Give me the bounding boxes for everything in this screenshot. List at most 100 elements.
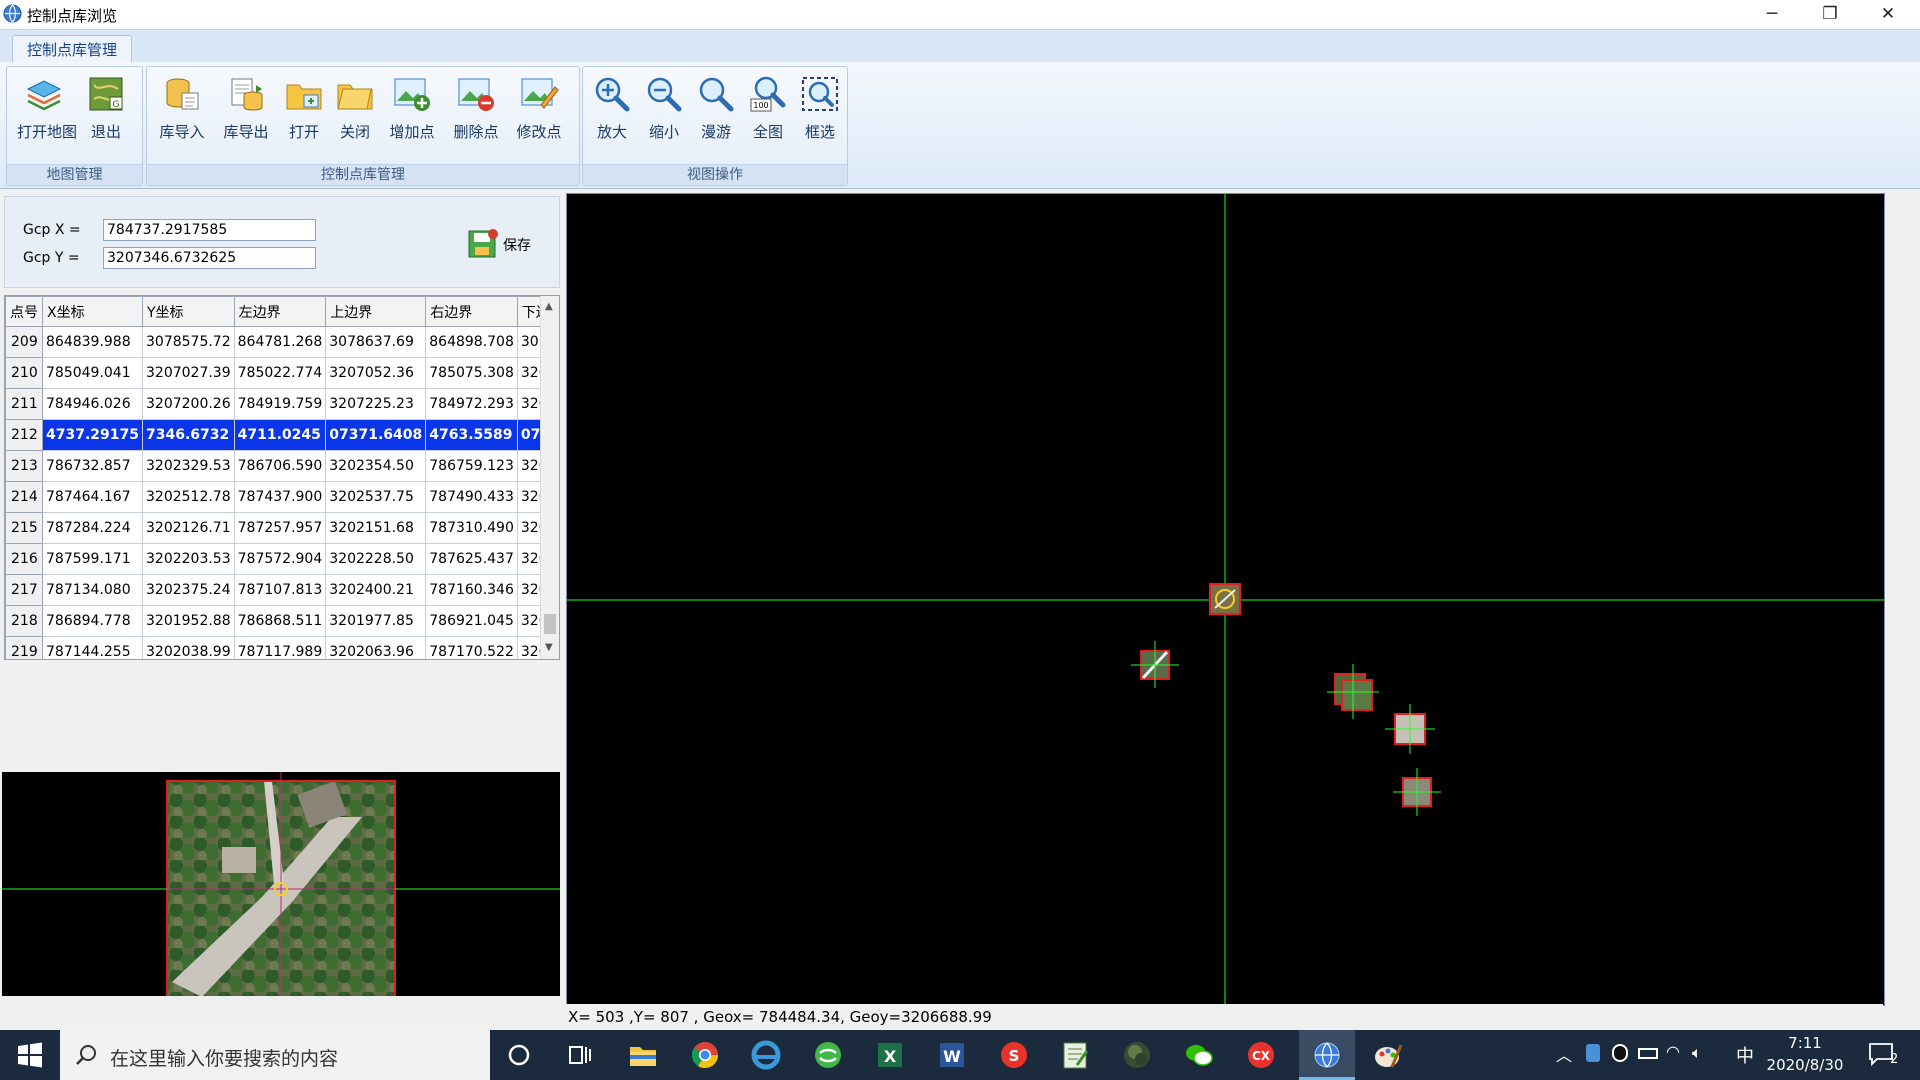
column-header[interactable]: X坐标: [42, 296, 143, 327]
table-cell[interactable]: 3201977.85: [325, 605, 427, 637]
wechat-icon[interactable]: [1183, 1039, 1215, 1071]
table-cell[interactable]: 864898.708: [425, 326, 518, 358]
map-canvas[interactable]: [567, 194, 1884, 1005]
table-row[interactable]: 214 787464.167 3202512.78 787437.900 3202537…: [5, 481, 559, 513]
gcp-y-input[interactable]: [103, 247, 316, 269]
chrome-icon[interactable]: [689, 1039, 721, 1071]
db-export-button[interactable]: 库导出: [219, 73, 273, 151]
column-header[interactable]: 右边界: [425, 296, 518, 327]
table-cell[interactable]: 3202038.99: [142, 636, 235, 659]
table-cell[interactable]: 3202063.96: [325, 636, 427, 659]
bluetooth-icon[interactable]: [1586, 1044, 1600, 1062]
table-row[interactable]: 213 786732.857 3202329.53 786706.590 3202354…: [5, 450, 559, 482]
table-cell[interactable]: 3202375.24: [142, 574, 235, 606]
gcp-marker[interactable]: [1393, 768, 1441, 816]
table-cell[interactable]: 784946.026: [42, 388, 143, 420]
edge-icon[interactable]: [750, 1039, 782, 1071]
row-header-cell[interactable]: 214: [5, 481, 43, 513]
battery-icon[interactable]: [1638, 1048, 1658, 1059]
table-cell[interactable]: 787490.433: [425, 481, 518, 513]
notification-center-button[interactable]: 2: [1866, 1040, 1906, 1070]
table-cell[interactable]: 07371.6408: [325, 419, 427, 451]
wifi-icon[interactable]: ◠: [1666, 1042, 1680, 1061]
table-cell[interactable]: 785049.041: [42, 357, 143, 389]
scroll-thumb[interactable]: [544, 614, 556, 634]
table-row[interactable]: 211 784946.026 3207200.26 784919.759 3207225…: [5, 388, 559, 420]
open-map-button[interactable]: 打开地图: [17, 73, 77, 151]
zoom-in-button[interactable]: 放大: [585, 73, 639, 151]
gcp-marker[interactable]: [1385, 704, 1435, 754]
cx-app-icon[interactable]: CX: [1245, 1039, 1277, 1071]
table-row[interactable]: 216 787599.171 3202203.53 787572.904 3202228…: [5, 543, 559, 575]
row-header-cell[interactable]: 219: [5, 636, 43, 659]
table-cell[interactable]: 787464.167: [42, 481, 143, 513]
table-cell[interactable]: 7346.6732: [142, 419, 235, 451]
add-point-button[interactable]: 增加点: [385, 73, 439, 151]
table-row[interactable]: 215 787284.224 3202126.71 787257.957 3202151…: [5, 512, 559, 544]
table-cell[interactable]: 787160.346: [425, 574, 518, 606]
table-cell[interactable]: 3078575.72: [142, 326, 235, 358]
photos-icon[interactable]: [1121, 1039, 1153, 1071]
table-cell[interactable]: 786894.778: [42, 605, 143, 637]
column-header[interactable]: 点号: [5, 296, 43, 327]
table-cell[interactable]: 4737.29175: [42, 419, 143, 451]
table-cell[interactable]: 3207027.39: [142, 357, 235, 389]
db-import-button[interactable]: 库导入: [155, 73, 209, 151]
full-extent-button[interactable]: 100 全图: [741, 73, 795, 151]
table-cell[interactable]: 3202329.53: [142, 450, 235, 482]
row-header-cell[interactable]: 213: [5, 450, 43, 482]
table-cell[interactable]: 787107.813: [233, 574, 327, 606]
table-cell[interactable]: 3202512.78: [142, 481, 235, 513]
scroll-down-arrow[interactable]: ▼: [545, 642, 553, 653]
table-cell[interactable]: 3207225.23: [325, 388, 427, 420]
open-button[interactable]: 打开: [277, 73, 331, 151]
gcp-x-input[interactable]: [103, 219, 316, 241]
gcp-marker[interactable]: [1327, 664, 1379, 719]
table-row[interactable]: 217 787134.080 3202375.24 787107.813 3202400…: [5, 574, 559, 606]
table-cell[interactable]: 784972.293: [425, 388, 518, 420]
row-header-cell[interactable]: 211: [5, 388, 43, 420]
table-cell[interactable]: 3207052.36: [325, 357, 427, 389]
table-row[interactable]: 210 785049.041 3207027.39 785022.774 3207052…: [5, 357, 559, 389]
gcp-marker[interactable]: [1131, 641, 1179, 688]
scroll-up-arrow[interactable]: ▲: [545, 301, 553, 312]
table-cell[interactable]: 3202537.75: [325, 481, 427, 513]
table-cell[interactable]: 3078637.69: [325, 326, 427, 358]
word-icon[interactable]: W: [936, 1039, 968, 1071]
row-header-cell[interactable]: 212: [5, 419, 43, 451]
table-cell[interactable]: 787170.522: [425, 636, 518, 659]
table-cell[interactable]: 786759.123: [425, 450, 518, 482]
table-row[interactable]: 212 4737.29175 7346.6732 4711.0245 07371.640…: [5, 419, 559, 451]
table-cell[interactable]: 3202151.68: [325, 512, 427, 544]
pan-button[interactable]: 漫游: [689, 73, 743, 151]
box-select-button[interactable]: 框选: [793, 73, 847, 151]
delete-point-button[interactable]: 删除点: [449, 73, 503, 151]
table-scrollbar[interactable]: ▲ ▼: [540, 296, 559, 659]
task-view-icon[interactable]: [564, 1039, 596, 1071]
file-explorer-icon[interactable]: [627, 1039, 659, 1071]
table-cell[interactable]: 4711.0245: [233, 419, 327, 451]
table-cell[interactable]: 3202228.50: [325, 543, 427, 575]
table-row[interactable]: 209 864839.988 3078575.72 864781.268 3078637…: [5, 326, 559, 358]
table-cell[interactable]: 787599.171: [42, 543, 143, 575]
table-cell[interactable]: 786732.857: [42, 450, 143, 482]
chevron-up-icon[interactable]: ︿: [1556, 1042, 1572, 1066]
table-cell[interactable]: 786706.590: [233, 450, 327, 482]
close-button[interactable]: ✕: [1859, 0, 1917, 29]
table-cell[interactable]: 786868.511: [233, 605, 327, 637]
tab-gcp-management[interactable]: 控制点库管理: [12, 35, 132, 65]
table-cell[interactable]: 784919.759: [233, 388, 327, 420]
table-cell[interactable]: 3202203.53: [142, 543, 235, 575]
table-cell[interactable]: 864781.268: [233, 326, 327, 358]
table-cell[interactable]: 787625.437: [425, 543, 518, 575]
table-cell[interactable]: 787437.900: [233, 481, 327, 513]
sogou-icon[interactable]: S: [998, 1039, 1030, 1071]
edit-point-button[interactable]: 修改点: [512, 73, 566, 151]
volume-muted-icon[interactable]: 🔈︎: [1692, 1043, 1702, 1063]
save-button[interactable]: 保存: [467, 227, 541, 259]
row-header-cell[interactable]: 218: [5, 605, 43, 637]
row-header-cell[interactable]: 210: [5, 357, 43, 389]
table-cell[interactable]: 787117.989: [233, 636, 327, 659]
gcp-marker-selected[interactable]: [1209, 583, 1241, 615]
row-header-cell[interactable]: 216: [5, 543, 43, 575]
